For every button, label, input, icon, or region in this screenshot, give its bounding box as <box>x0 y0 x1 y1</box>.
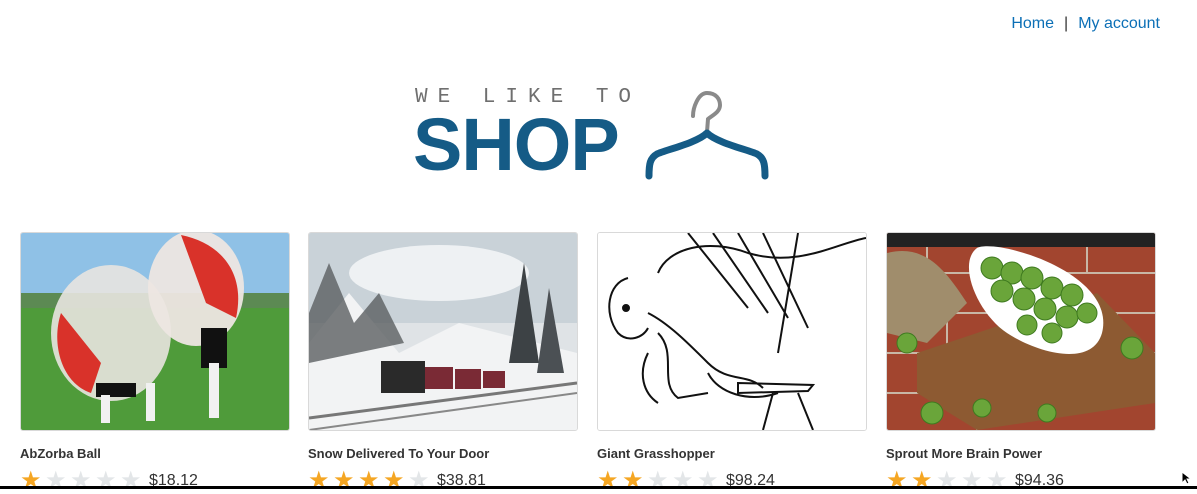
product-image-snow-train[interactable] <box>308 232 578 431</box>
site-logo[interactable]: WE LIKE TO SHOP <box>413 86 773 182</box>
star-icon: ★ <box>936 467 958 494</box>
product-rating: ★ ★ ★ ★ ★ $94.36 <box>886 469 1156 493</box>
star-icon: ★ <box>45 467 67 494</box>
logo-wordmark: SHOP <box>413 103 620 186</box>
star-icon: ★ <box>383 467 405 494</box>
hanger-icon <box>645 90 769 180</box>
star-icon: ★ <box>333 467 355 494</box>
product-card[interactable]: Giant Grasshopper ★ ★ ★ ★ ★ $98.24 <box>597 232 867 493</box>
star-icon: ★ <box>961 467 983 494</box>
star-icon: ★ <box>672 467 694 494</box>
star-icon: ★ <box>20 467 42 494</box>
star-icon: ★ <box>70 467 92 494</box>
product-image-bubble-football[interactable] <box>20 232 290 431</box>
star-icon: ★ <box>95 467 117 494</box>
nav-separator: | <box>1064 15 1069 32</box>
product-name[interactable]: Giant Grasshopper <box>597 446 867 461</box>
product-card[interactable]: AbZorba Ball ★ ★ ★ ★ ★ $18.12 <box>20 232 290 493</box>
product-grid: AbZorba Ball ★ ★ ★ ★ ★ $18.12 Snow Deliv… <box>20 232 1180 493</box>
star-icon: ★ <box>408 467 430 494</box>
product-rating: ★ ★ ★ ★ ★ $98.24 <box>597 469 867 493</box>
product-rating: ★ ★ ★ ★ ★ $18.12 <box>20 469 290 493</box>
star-icon: ★ <box>886 467 908 494</box>
star-icon: ★ <box>911 467 933 494</box>
product-card[interactable]: Snow Delivered To Your Door ★ ★ ★ ★ ★ $3… <box>308 232 578 493</box>
product-image-grasshopper[interactable] <box>597 232 867 431</box>
product-name[interactable]: Snow Delivered To Your Door <box>308 446 578 461</box>
my-account-link[interactable]: My account <box>1078 15 1160 33</box>
product-name[interactable]: AbZorba Ball <box>20 446 290 461</box>
star-icon: ★ <box>697 467 719 494</box>
mouse-cursor-icon <box>1181 471 1193 485</box>
star-icon: ★ <box>597 467 619 494</box>
product-name[interactable]: Sprout More Brain Power <box>886 446 1156 461</box>
star-icon: ★ <box>120 467 142 494</box>
star-icon: ★ <box>308 467 330 494</box>
star-icon: ★ <box>986 467 1008 494</box>
product-image-brussels-sprouts[interactable] <box>886 232 1156 431</box>
star-icon: ★ <box>622 467 644 494</box>
star-icon: ★ <box>358 467 380 494</box>
star-icon: ★ <box>647 467 669 494</box>
product-rating: ★ ★ ★ ★ ★ $38.81 <box>308 469 578 493</box>
top-navigation: Home | My account <box>1011 15 1160 33</box>
home-link[interactable]: Home <box>1011 15 1054 33</box>
product-card[interactable]: Sprout More Brain Power ★ ★ ★ ★ ★ $94.36 <box>886 232 1156 493</box>
